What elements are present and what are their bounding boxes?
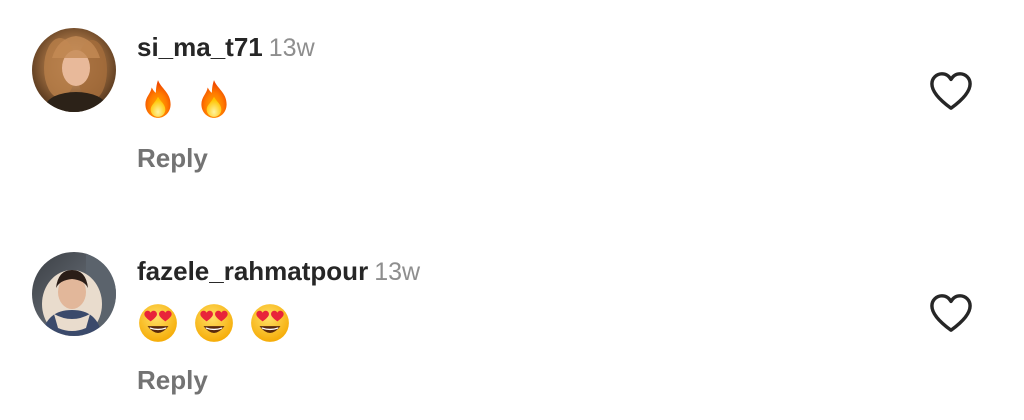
username[interactable]: fazele_rahmatpour bbox=[137, 256, 368, 286]
heart-outline-icon[interactable] bbox=[928, 292, 974, 334]
comment-text bbox=[137, 302, 291, 344]
reply-button[interactable]: Reply bbox=[137, 143, 208, 174]
fire-emoji bbox=[145, 80, 171, 118]
avatar[interactable] bbox=[32, 28, 116, 112]
fire-emoji bbox=[201, 80, 227, 118]
comment-header: si_ma_t71 13w bbox=[137, 30, 315, 69]
avatar[interactable] bbox=[32, 252, 116, 336]
reply-button[interactable]: Reply bbox=[137, 365, 208, 396]
comment-text bbox=[137, 78, 235, 120]
timestamp: 13w bbox=[374, 258, 421, 286]
comment-header: fazele_rahmatpour 13w bbox=[137, 254, 420, 293]
heart-eyes-emoji bbox=[251, 304, 289, 342]
heart-eyes-emoji bbox=[195, 304, 233, 342]
heart-eyes-emoji bbox=[139, 304, 177, 342]
heart-outline-icon[interactable] bbox=[928, 70, 974, 112]
username[interactable]: si_ma_t71 bbox=[137, 32, 263, 62]
timestamp: 13w bbox=[268, 34, 315, 62]
